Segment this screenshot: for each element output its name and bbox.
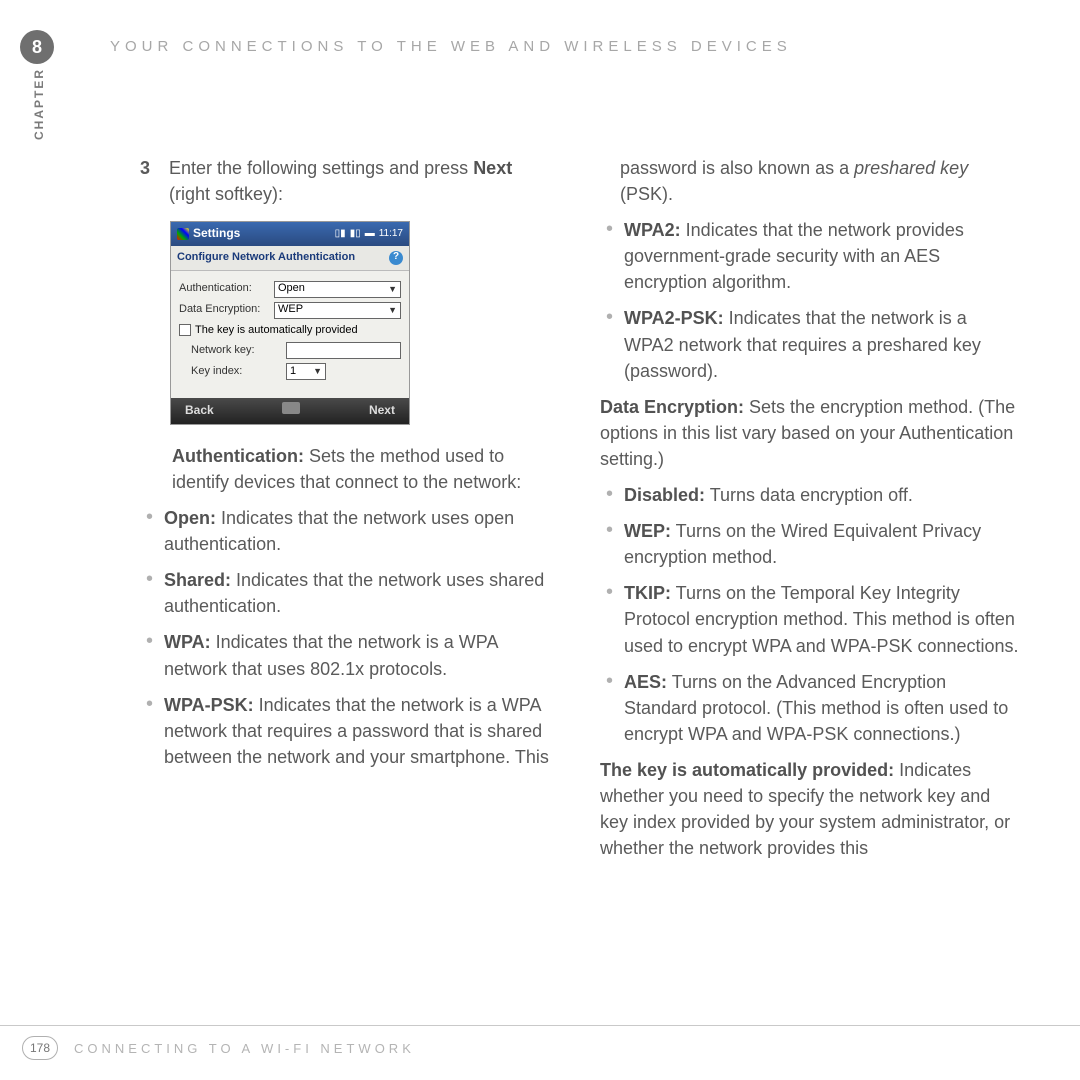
ss-body: Authentication: Open ▼ Data Encryption: … [171, 271, 409, 399]
chevron-down-icon: ▼ [388, 304, 397, 317]
wifi-icon: ▮▯ [350, 227, 361, 242]
list-item: WPA-PSK: Indicates that the network is a… [144, 692, 560, 770]
header-title: YOUR CONNECTIONS TO THE WEB AND WIRELESS… [110, 38, 792, 55]
chevron-down-icon: ▼ [388, 283, 397, 296]
item-text: Turns on the Temporal Key Integrity Prot… [624, 583, 1019, 655]
keyboard-icon[interactable] [282, 402, 300, 414]
item-bold: WEP: [624, 521, 671, 541]
ss-title: Settings [193, 225, 240, 242]
softkey-back[interactable]: Back [185, 402, 214, 419]
signal-icon: ▯▮ [335, 227, 346, 242]
cont-text-1: password is also known as a [620, 158, 854, 178]
ss-time: 11:17 [379, 227, 403, 242]
list-item: TKIP: Turns on the Temporal Key Integrit… [604, 580, 1020, 658]
item-bold: WPA2-PSK: [624, 308, 724, 328]
battery-icon: ▬ [365, 227, 375, 242]
item-bold: AES: [624, 672, 667, 692]
main-content: 3 Enter the following settings and press… [140, 155, 1040, 871]
auth-dropdown[interactable]: Open ▼ [274, 281, 401, 298]
chapter-number-badge: 8 [20, 30, 54, 64]
item-text: Turns on the Advanced Encryption Standar… [624, 672, 1008, 744]
list-item: WEP: Turns on the Wired Equivalent Priva… [604, 518, 1020, 570]
item-text: Indicates that the network is a WPA netw… [164, 632, 497, 678]
ss-subtitle: Configure Network Authentication [177, 250, 355, 266]
enc-section: Data Encryption: Sets the encryption met… [600, 394, 1020, 472]
footer-title: CONNECTING TO A WI-FI NETWORK [74, 1041, 415, 1056]
key-heading: The key is automatically provided: [600, 760, 894, 780]
list-item: Open: Indicates that the network uses op… [144, 505, 560, 557]
item-bold: TKIP: [624, 583, 671, 603]
enc-value: WEP [278, 302, 303, 318]
enc-list: Disabled: Turns data encryption off. WEP… [600, 482, 1020, 747]
item-bold: WPA-PSK: [164, 695, 254, 715]
item-bold: WPA2: [624, 220, 681, 240]
wpa-psk-continuation: password is also known as a preshared ke… [600, 155, 1020, 207]
item-bold: Open: [164, 508, 216, 528]
item-bold: Shared: [164, 570, 231, 590]
ss-status-icons: ▯▮ ▮▯ ▬ 11:17 [335, 227, 403, 242]
list-item: Disabled: Turns data encryption off. [604, 482, 1020, 508]
keyidx-dropdown[interactable]: 1 ▼ [286, 363, 326, 380]
step-bold: Next [473, 158, 512, 178]
ss-titlebar: Settings ▯▮ ▮▯ ▬ 11:17 [171, 222, 409, 245]
device-screenshot: Settings ▯▮ ▮▯ ▬ 11:17 Configure Network… [170, 221, 410, 425]
help-icon[interactable]: ? [389, 251, 403, 265]
auto-key-checkbox-row: The key is automatically provided [179, 323, 401, 339]
column-right: password is also known as a preshared ke… [600, 155, 1020, 871]
auth-list: Open: Indicates that the network uses op… [140, 505, 560, 770]
netkey-input[interactable] [286, 342, 401, 359]
ss-subtitle-bar: Configure Network Authentication ? [171, 246, 409, 271]
list-item: Shared: Indicates that the network uses … [144, 567, 560, 619]
column-left: 3 Enter the following settings and press… [140, 155, 560, 871]
item-text: Indicates that the network uses open aut… [164, 508, 514, 554]
item-bold: Disabled: [624, 485, 705, 505]
item-text: Turns data encryption off. [705, 485, 913, 505]
step-number: 3 [140, 155, 164, 181]
footer: 178 CONNECTING TO A WI-FI NETWORK [0, 1025, 1080, 1060]
item-text: Turns on the Wired Equivalent Privacy en… [624, 521, 981, 567]
auth-heading: Authentication: [172, 446, 304, 466]
softkey-next[interactable]: Next [369, 402, 395, 419]
step-3: 3 Enter the following settings and press… [140, 155, 560, 207]
list-item: WPA2: Indicates that the network provide… [604, 217, 1020, 295]
enc-heading: Data Encryption: [600, 397, 744, 417]
start-icon [177, 228, 189, 240]
ss-softkeys: Back Next [171, 398, 409, 423]
enc-dropdown[interactable]: WEP ▼ [274, 302, 401, 319]
step-text-before: Enter the following settings and press [169, 158, 473, 178]
enc-label: Data Encryption: [179, 302, 274, 318]
auth-label: Authentication: [179, 281, 274, 297]
auto-key-checkbox[interactable] [179, 324, 191, 336]
auth-list-cont: WPA2: Indicates that the network provide… [600, 217, 1020, 384]
auth-value: Open [278, 281, 305, 297]
list-item: AES: Turns on the Advanced Encryption St… [604, 669, 1020, 747]
page-number: 178 [22, 1036, 58, 1060]
keyidx-label: Key index: [191, 364, 286, 380]
step-text-after: (right softkey): [169, 184, 283, 204]
key-section: The key is automatically provided: Indic… [600, 757, 1020, 861]
auth-section: Authentication: Sets the method used to … [140, 443, 560, 495]
chapter-label: CHAPTER [32, 68, 46, 140]
cont-text-2: (PSK). [620, 184, 673, 204]
list-item: WPA: Indicates that the network is a WPA… [144, 629, 560, 681]
cont-italic: preshared key [854, 158, 968, 178]
netkey-label: Network key: [191, 343, 286, 359]
keyidx-value: 1 [290, 364, 296, 380]
item-bold: WPA: [164, 632, 211, 652]
auto-key-label: The key is automatically provided [195, 323, 358, 339]
chevron-down-icon: ▼ [313, 365, 322, 378]
list-item: WPA2-PSK: Indicates that the network is … [604, 305, 1020, 383]
